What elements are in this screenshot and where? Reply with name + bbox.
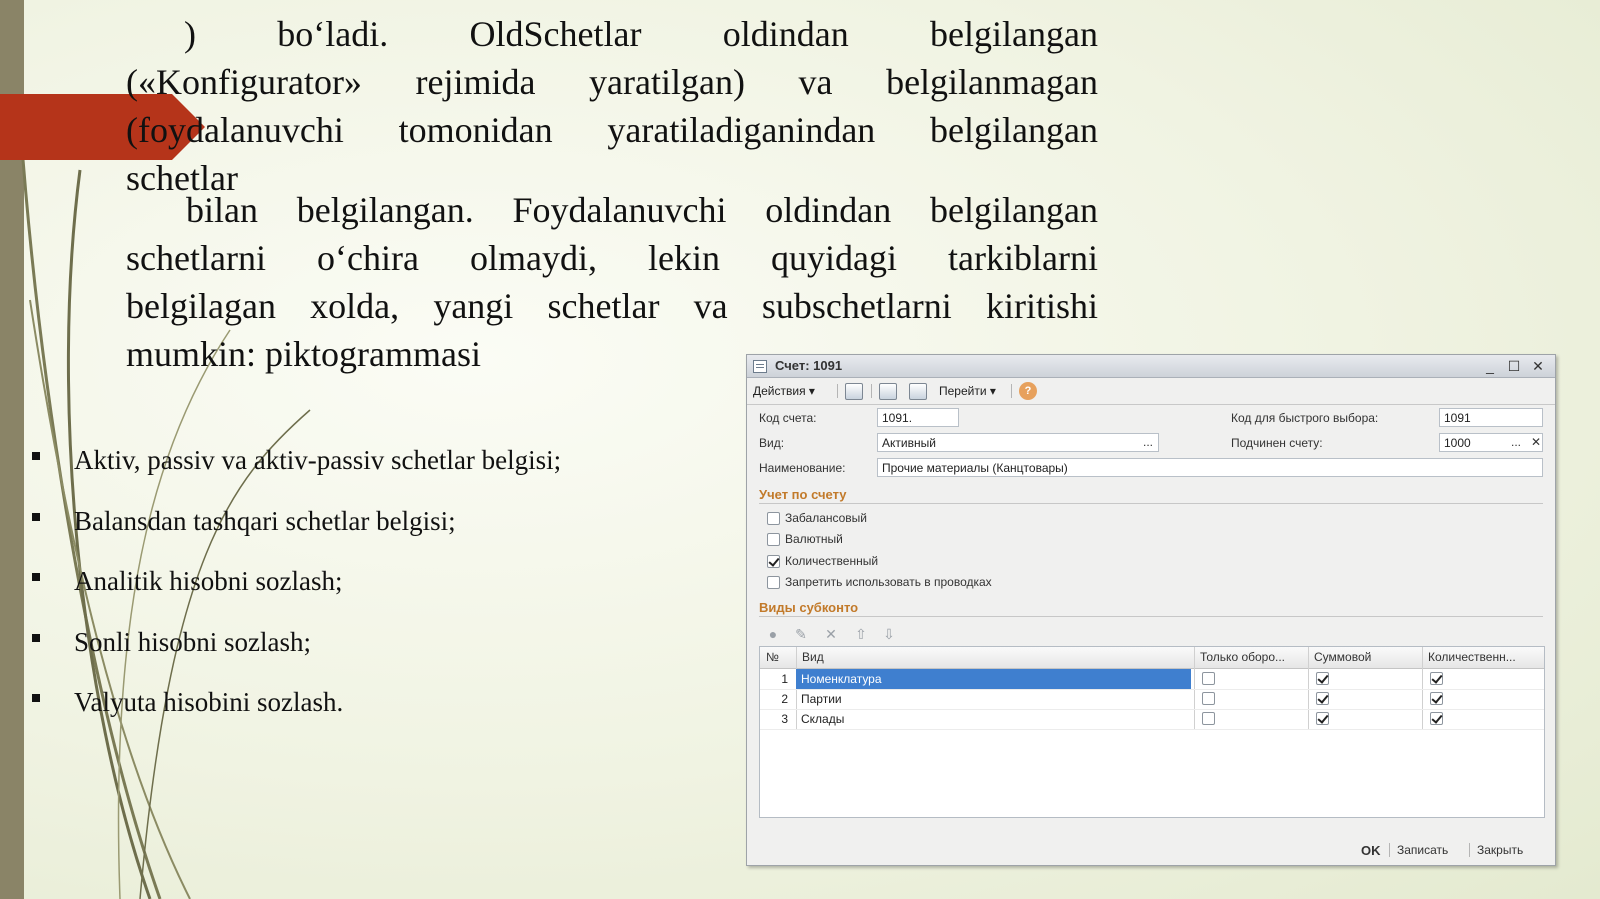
para1-line: (foydalanuvchi tomonidan yaratiladiganin… [126,110,1098,150]
quantity-row-checkbox[interactable] [1430,672,1443,685]
parent-clear-icon[interactable]: ✕ [1531,435,1541,449]
off-balance-label: Забалансовый [785,511,868,525]
section-divider [759,616,1543,617]
actions-menu[interactable]: Действия ▾ [753,382,815,400]
kind-field[interactable]: Активный [877,433,1159,452]
bullet-item: Valyuta hisobini sozlash. [28,682,678,743]
off-balance-checkbox[interactable] [767,512,780,525]
delete-row-icon[interactable]: ✕ [823,627,839,641]
forbid-postings-label: Запретить использовать в проводках [785,575,992,589]
sum-checkbox[interactable] [1316,692,1329,705]
bullet-item: Balansdan tashqari schetlar belgisi; [28,501,678,562]
bullet-item: Sonli hisobni sozlash; [28,622,678,683]
currency-label: Валютный [785,532,843,546]
only-turnover-checkbox[interactable] [1202,692,1215,705]
bullet-list: Aktiv, passiv va aktiv-passiv schetlar b… [28,440,678,743]
column-header-quantity[interactable]: Количественн... [1428,650,1538,664]
only-turnover-checkbox[interactable] [1202,672,1215,685]
bullet-square-icon [32,452,40,460]
parent-account-label: Подчинен счету: [1231,436,1323,450]
account-code-field[interactable]: 1091. [877,408,959,427]
name-field[interactable]: Прочие материалы (Канцтовары) [877,458,1543,477]
window-title: Счет: 1091 [775,358,843,373]
help-icon[interactable]: ? [1019,382,1037,400]
bullet-square-icon [32,633,40,642]
table-row[interactable]: 1 Номенклатура [760,669,1544,690]
refresh-icon[interactable] [879,383,897,400]
para2-line: bilan belgilangan. Foydalanuvchi oldinda… [186,190,1098,230]
name-label: Наименование: [759,461,846,475]
close-icon[interactable]: ✕ [1529,357,1547,375]
quantity-row-checkbox[interactable] [1430,712,1443,725]
accounting-section-title: Учет по счету [759,487,847,502]
toolbar-divider [1011,384,1012,398]
quick-code-field[interactable]: 1091 [1439,408,1543,427]
para2-line: schetlarni o‘chira olmaydi, lekin quyida… [126,238,1098,278]
paragraph-1: ) bo‘ladi. OldSchetlar oldindan belgilan… [126,10,1098,202]
move-down-icon[interactable]: ⇩ [881,627,897,641]
toolbar-divider [837,384,838,398]
save-button[interactable]: Записать [1397,843,1448,857]
bullet-item: Aktiv, passiv va aktiv-passiv schetlar b… [28,440,678,501]
forbid-postings-checkbox[interactable] [767,576,780,589]
bullet-square-icon [32,694,40,702]
move-up-icon[interactable]: ⇧ [853,627,869,641]
maximize-icon[interactable]: ☐ [1505,357,1523,375]
footer-divider [1389,843,1390,857]
quick-code-label: Код для быстрого выбора: [1231,411,1379,425]
row-kind-cell[interactable]: Склады [796,709,1191,729]
ok-button[interactable]: OK [1361,843,1381,858]
toolbar-divider [871,384,872,398]
column-header-kind[interactable]: Вид [802,650,824,664]
quantity-checkbox[interactable] [767,555,780,568]
kind-label: Вид: [759,436,785,450]
dialog-footer: OK Записать Закрыть [747,835,1555,865]
account-dialog-window: Счет: 1091 _ ☐ ✕ Действия ▾ Перейти ▾ ? … [746,354,1556,866]
footer-divider [1469,843,1470,857]
copy-icon[interactable] [909,383,927,400]
column-header-number[interactable]: № [766,650,779,664]
bullet-square-icon [32,512,40,521]
save-close-icon[interactable] [845,383,863,400]
para1-line: ) bo‘ladi. OldSchetlar oldindan belgilan… [184,14,1098,54]
window-toolbar: Действия ▾ Перейти ▾ ? [747,378,1555,405]
quantity-row-checkbox[interactable] [1430,692,1443,705]
kind-select-button[interactable]: ... [1143,435,1153,449]
para1-line: («Konfigurator» rejimida yaratilgan) va … [126,62,1098,102]
table-row[interactable]: 2 Партии [760,689,1544,710]
row-kind-cell[interactable]: Номенклатура [796,669,1191,689]
bullet-item: Analitik hisobni sozlash; [28,561,678,622]
form-icon [753,360,767,373]
add-row-icon[interactable]: ● [765,627,781,641]
currency-checkbox[interactable] [767,533,780,546]
goto-menu[interactable]: Перейти ▾ [939,382,996,400]
window-titlebar: Счет: 1091 _ ☐ ✕ [747,355,1555,378]
section-divider [759,503,1543,504]
sum-checkbox[interactable] [1316,672,1329,685]
account-code-label: Код счета: [759,411,817,425]
bullet-square-icon [32,573,40,581]
para2-line: belgilagan xolda, yangi schetlar va subs… [126,286,1098,326]
minimize-icon[interactable]: _ [1481,357,1499,375]
parent-account-field[interactable]: 1000 [1439,433,1543,452]
edit-row-icon[interactable]: ✎ [793,627,809,641]
close-button[interactable]: Закрыть [1477,843,1523,857]
subconto-table: № Вид Только оборо... Суммовой Количеств… [759,646,1545,818]
sum-checkbox[interactable] [1316,712,1329,725]
column-header-only-turnover[interactable]: Только оборо... [1200,650,1304,664]
paragraph-2: bilan belgilangan. Foydalanuvchi oldinda… [126,186,1098,378]
table-header: № Вид Только оборо... Суммовой Количеств… [760,647,1544,669]
parent-select-button[interactable]: ... [1511,435,1521,449]
only-turnover-checkbox[interactable] [1202,712,1215,725]
row-kind-cell[interactable]: Партии [796,689,1191,709]
table-row[interactable]: 3 Склады [760,709,1544,730]
column-header-sum[interactable]: Суммовой [1314,650,1371,664]
subconto-section-title: Виды субконто [759,600,859,615]
quantity-label: Количественный [785,554,879,568]
